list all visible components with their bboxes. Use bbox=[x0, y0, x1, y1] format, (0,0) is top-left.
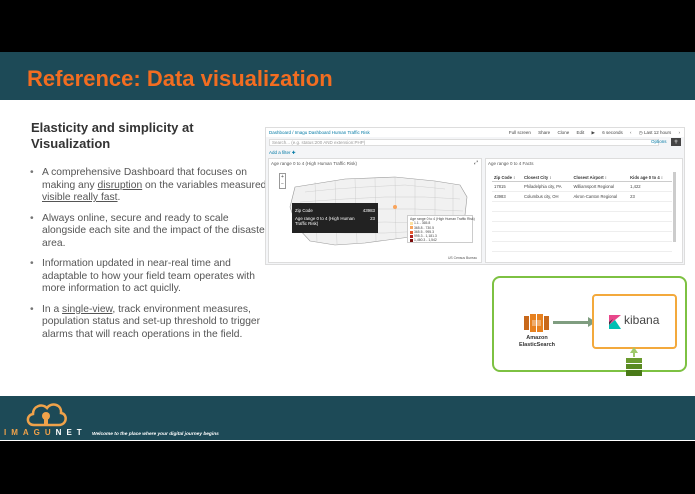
time-picker[interactable]: ◷ Last 12 hours bbox=[639, 130, 671, 135]
table-row[interactable]: 43983 Columbus city, OH Akron-Canton Reg… bbox=[492, 191, 672, 202]
map-credit: US Census Bureau bbox=[447, 256, 477, 260]
clone-link[interactable]: Clone bbox=[557, 130, 569, 135]
search-icon[interactable]: ⚲ bbox=[671, 138, 681, 146]
slide-subtitle: Elasticity and simplicity at Visualizati… bbox=[31, 120, 194, 151]
table-panel-title: Age range 0 to 4 Facts bbox=[488, 161, 534, 166]
elasticsearch-label: Amazon ElasticSearch bbox=[518, 335, 556, 348]
fullscreen-link[interactable]: Full screen bbox=[509, 130, 531, 135]
next-time-icon[interactable]: › bbox=[679, 130, 681, 135]
map-legend: Age range 0 to 4 (High Human Traffic Ris… bbox=[407, 215, 475, 243]
table-panel: Age range 0 to 4 Facts Zip Code ↕ Closes… bbox=[485, 158, 683, 263]
map-panel: Age range 0 to 4 (High Human Traffic Ris… bbox=[268, 158, 482, 263]
dashboard-screenshot: Dashboard / Imagu Dashboard Human Traffi… bbox=[265, 127, 685, 265]
elasticsearch-icon bbox=[524, 314, 549, 332]
kibana-logo-icon bbox=[609, 315, 621, 329]
bullet-list: A comprehensive Dashboard that focuses o… bbox=[30, 167, 270, 349]
facts-table: Zip Code ↕ Closest City ↕ Closest Airpor… bbox=[492, 174, 672, 252]
refresh-interval[interactable]: 6 seconds bbox=[602, 130, 623, 135]
zoom-in-icon[interactable]: + bbox=[281, 174, 284, 180]
share-link[interactable]: Share bbox=[538, 130, 550, 135]
footer-bar-bottom bbox=[0, 441, 695, 458]
bullet-item: A comprehensive Dashboard that focuses o… bbox=[30, 167, 270, 205]
tooltip-age-label: Age range 0 to 4 (High Human Traffic Ris… bbox=[295, 216, 355, 226]
bullet-item: Always online, secure and ready to scale… bbox=[30, 213, 270, 251]
slide: Reference: Data visualization Elasticity… bbox=[0, 30, 695, 458]
prev-time-icon[interactable]: ‹ bbox=[630, 130, 632, 135]
map-panel-title: Age range 0 to 4 (High Human Traffic Ris… bbox=[271, 161, 357, 166]
kibana-label: kibana bbox=[624, 313, 660, 327]
cloud-logo-icon bbox=[26, 403, 67, 427]
slide-title: Reference: Data visualization bbox=[27, 66, 333, 91]
expand-icon[interactable]: ⤢ bbox=[474, 160, 478, 166]
tooltip-age-value: 23 bbox=[370, 216, 375, 221]
header-bar-top bbox=[0, 30, 695, 52]
edit-link[interactable]: Edit bbox=[576, 130, 584, 135]
zoom-controls[interactable]: + − bbox=[279, 173, 286, 189]
bullet-item: In a single-view, track environment meas… bbox=[30, 304, 270, 342]
table-row[interactable]: 17815 Philadelphia city, PA Williamsport… bbox=[492, 181, 672, 192]
column-header[interactable]: Closest City ↕ bbox=[521, 174, 572, 182]
table-scrollbar[interactable] bbox=[673, 172, 676, 242]
column-header[interactable]: Kids age 0 to 4 ↕ bbox=[628, 174, 672, 182]
add-filter-link[interactable]: Add a filter ✚ bbox=[269, 150, 296, 156]
tooltip-zip-label: Zip Code bbox=[295, 208, 313, 213]
bullet-item: Information updated in near-real time an… bbox=[30, 258, 270, 296]
brand-tagline: Welcome to the place where your digital … bbox=[92, 432, 219, 437]
legend-item: 1,460.3 - 1,542 bbox=[410, 238, 470, 242]
column-header[interactable]: Zip Code ↕ bbox=[492, 174, 522, 182]
column-header[interactable]: Closest Airport ↕ bbox=[571, 174, 629, 182]
zoom-out-icon[interactable]: − bbox=[281, 181, 284, 187]
dashboard-top-links: Full screen Share Clone Edit ▶ 6 seconds… bbox=[503, 130, 680, 136]
breadcrumb[interactable]: Dashboard / Imagu Dashboard Human Traffi… bbox=[269, 130, 370, 135]
brand-name: IMAGUNET bbox=[4, 428, 87, 437]
play-icon[interactable]: ▶ bbox=[592, 130, 595, 135]
tooltip-zip-value: 43983 bbox=[362, 208, 375, 213]
dashboard-topbar: Dashboard / Imagu Dashboard Human Traffi… bbox=[266, 128, 684, 137]
map-tooltip: Zip Code 43983 Age range 0 to 4 (High Hum… bbox=[292, 203, 378, 233]
search-input[interactable]: Search... (e.g. status:200 AND extension… bbox=[269, 139, 659, 146]
load-balancer-icon bbox=[626, 347, 642, 376]
options-link[interactable]: Options bbox=[651, 139, 667, 144]
